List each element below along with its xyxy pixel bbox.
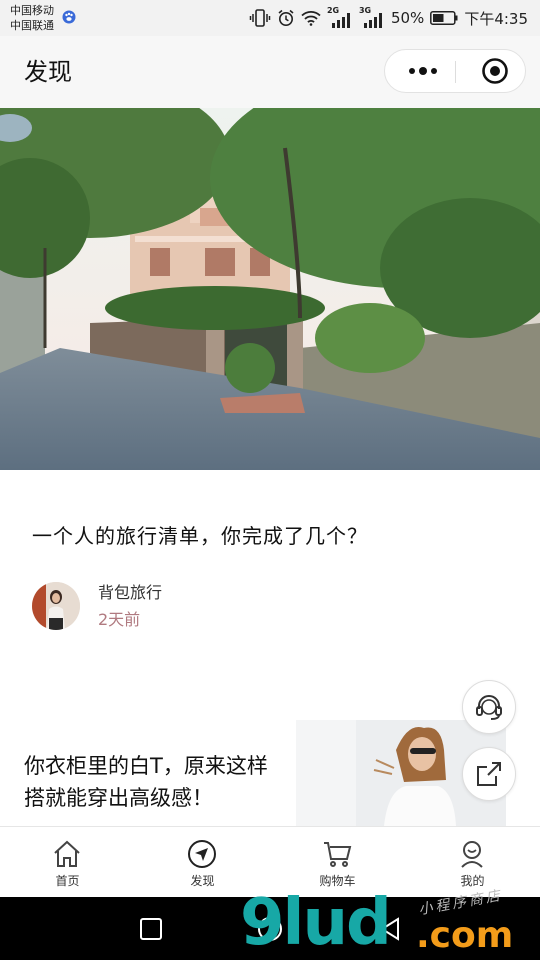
article-title[interactable]: 一个人的旅行清单，你完成了几个？ — [32, 520, 368, 552]
target-close-icon — [482, 58, 508, 84]
share-icon — [477, 762, 501, 786]
cart-icon — [324, 842, 352, 867]
customer-service-button[interactable] — [462, 680, 516, 734]
alarm-icon — [278, 9, 294, 26]
compass-icon — [188, 840, 216, 868]
battery-percent: 50% — [390, 9, 425, 27]
screen: 中国移动 中国联通 2G 3G 50% 下午4:35 发现 一个人的旅行清单，你… — [0, 0, 540, 960]
signal-bars-icon — [363, 13, 382, 28]
vibrate-icon — [249, 9, 271, 27]
wifi-icon — [301, 11, 321, 26]
nav-bar: 发现 — [0, 36, 540, 108]
signal-3g: 3G — [359, 6, 385, 28]
miniprogram-capsule — [384, 49, 526, 93]
recents-icon — [140, 918, 162, 940]
carrier-1: 中国移动 — [10, 4, 54, 17]
signal-bars-icon — [331, 13, 350, 28]
recents-button[interactable] — [136, 914, 166, 944]
capsule-divider — [455, 61, 456, 83]
customer-service-icon — [476, 695, 502, 720]
article-title[interactable]: 你衣柜里的白T，原来这样搭就能穿出高级感！ — [24, 750, 286, 814]
home-icon — [54, 840, 80, 867]
more-button[interactable] — [403, 50, 443, 92]
close-button[interactable] — [475, 50, 515, 92]
signal-2g: 2G — [327, 6, 353, 28]
author-avatar[interactable] — [32, 582, 80, 630]
more-dots-icon — [409, 67, 437, 75]
author-name[interactable]: 背包旅行 — [98, 582, 162, 604]
watermark-domain: .com — [416, 915, 514, 956]
share-button[interactable] — [462, 747, 516, 801]
battery-icon — [430, 11, 458, 25]
carrier-info: 中国移动 中国联通 — [10, 3, 54, 33]
status-bar: 中国移动 中国联通 2G 3G 50% 下午4:35 — [0, 0, 540, 36]
tab-home[interactable]: 首页 — [0, 827, 135, 897]
tab-label: 首页 — [55, 874, 80, 888]
page-title: 发现 — [24, 58, 72, 86]
hero-image[interactable] — [0, 108, 540, 470]
watermark: 9lud .com 小程序商店 — [240, 886, 540, 960]
watermark-brand: 9lud — [240, 886, 392, 960]
clock: 下午4:35 — [464, 9, 528, 28]
baidu-paw-icon — [62, 10, 76, 24]
user-icon — [461, 841, 483, 868]
carrier-2: 中国联通 — [10, 19, 54, 32]
post-time: 2天前 — [98, 610, 141, 629]
status-icons: 2G 3G 50% 下午4:35 — [249, 6, 528, 29]
